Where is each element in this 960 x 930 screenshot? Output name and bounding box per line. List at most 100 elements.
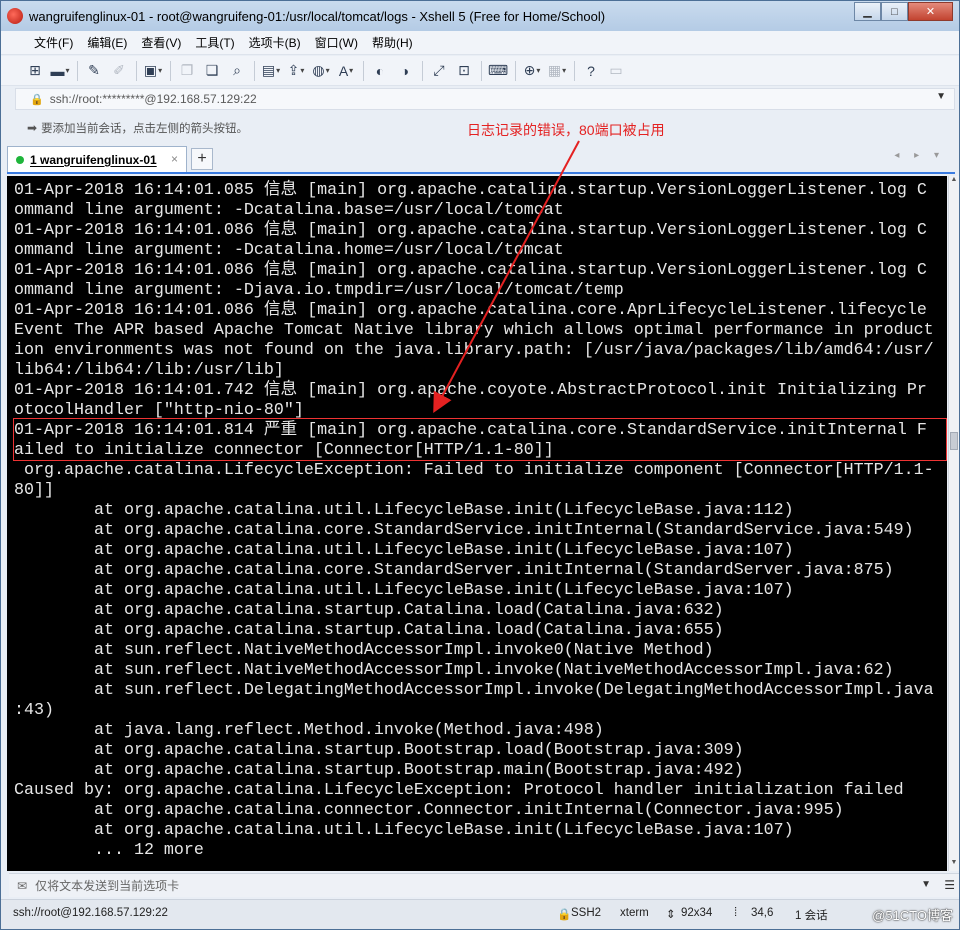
copy-icon[interactable]: ❐ [175,60,199,82]
scroll-up-icon[interactable]: ▲ [949,176,959,188]
transfer-icon[interactable]: ⇪ [284,60,308,82]
find-icon[interactable]: ⌕ [225,60,249,82]
session-properties-icon[interactable]: ▣ [141,60,165,82]
title-bar[interactable]: wangruifenglinux-01 - root@wangruifeng-0… [1,1,959,31]
terminal-line: 01-Apr-2018 16:14:01.085 信息 [main] org.a… [14,181,927,200]
tab-navigation[interactable]: ◂ ▸ ▾ [894,150,945,161]
terminal-line: at sun.reflect.NativeMethodAccessorImpl.… [14,661,894,680]
xshell-window: wangruifenglinux-01 - root@wangruifeng-0… [0,0,960,930]
address-bar[interactable]: 🔒 ssh://root:*********@192.168.57.129:22… [15,88,955,110]
add-tab-button[interactable]: + [191,148,213,170]
toolbar-separator [515,60,516,81]
cursor-icon: ⁞ [734,907,738,919]
open-folder-icon[interactable]: ▬ [48,60,72,82]
terminal-line: 80]] [14,481,54,500]
close-button[interactable]: ✕ [908,2,953,21]
annotation-label: 日志记录的错误，80端口被占用 [467,122,665,138]
menu-tools[interactable]: 工具(T) [188,34,241,51]
terminal-area[interactable]: 01-Apr-2018 16:14:01.085 信息 [main] org.a… [7,176,947,871]
minimize-button[interactable]: ▁ [854,2,881,21]
terminal-line: at java.lang.reflect.Method.invoke(Metho… [14,721,604,740]
terminal-line: at org.apache.catalina.startup.Bootstrap… [14,761,744,780]
address-text[interactable]: ssh://root:*********@192.168.57.129:22 [50,92,257,106]
xshell-app-icon[interactable] [7,8,23,24]
tab-close-icon[interactable]: × [171,152,178,166]
new-session-icon[interactable]: ⊞ [23,60,47,82]
terminal-line: ... 12 more [14,841,204,860]
terminal-line: 01-Apr-2018 16:14:01.086 信息 [main] org.a… [14,301,927,320]
chevron-down-icon[interactable]: ▼ [936,91,946,102]
add-tab-icon[interactable]: ⊕ [520,60,544,82]
session-hint-text: 要添加当前会话，点击左侧的箭头按钮。 [41,123,249,135]
terminal-output: 01-Apr-2018 16:14:01.085 信息 [main] org.a… [14,181,934,861]
terminal-line: :43) [14,701,54,720]
terminal-line: 01-Apr-2018 16:14:01.086 信息 [main] org.a… [14,221,927,240]
toolbar-separator [422,60,423,81]
status-terminal-type: xterm [620,907,649,919]
menu-help[interactable]: 帮助(H) [365,34,420,51]
terminal-line: at org.apache.catalina.connector.Connect… [14,801,844,820]
terminal-line: at org.apache.catalina.util.LifecycleBas… [14,501,794,520]
terminal-line: ommand line argument: -Dcatalina.base=/u… [14,201,564,220]
toolbar: ⊞ ▬ ✎ ✐ ▣ ❐ ❏ ⌕ ▤ ⇪ ◍ A ◐ ◑ ⤢ ⊡ ⌨ ⊕ ▦ ? … [1,56,959,86]
scrollbar-thumb[interactable] [950,432,958,450]
script-icon[interactable]: ◑ [393,60,417,82]
terminal-line: org.apache.catalina.LifecycleException: … [14,461,934,480]
terminal-line: 01-Apr-2018 16:14:01.742 信息 [main] org.a… [14,381,927,400]
status-bar: ssh://root@192.168.57.129:22 🔒 SSH2 xter… [1,899,959,929]
lock-icon: 🔒 [557,909,572,921]
status-connection: ssh://root@192.168.57.129:22 [13,907,168,919]
terminal-line: at org.apache.catalina.util.LifecycleBas… [14,821,794,840]
lock-toolbar-icon[interactable]: ⊡ [452,60,476,82]
connect-icon[interactable]: ✎ [82,60,106,82]
compose-icon: ✉ [17,878,28,893]
terminal-line: at org.apache.catalina.startup.Bootstrap… [14,741,744,760]
scroll-down-icon[interactable]: ▼ [949,859,959,871]
toolbar-separator [481,60,482,81]
terminal-line: at org.apache.catalina.util.LifecycleBas… [14,581,794,600]
disconnect-icon[interactable]: ✐ [107,60,131,82]
terminal-line: ommand line argument: -Djava.io.tmpdir=/… [14,281,624,300]
terminal-line: otocolHandler ["http-nio-80"] [14,401,304,420]
terminal-line: Caused by: org.apache.catalina.Lifecycle… [14,781,904,800]
font-icon[interactable]: A [334,60,358,82]
menu-view[interactable]: 查看(V) [134,34,188,51]
print-icon[interactable]: ▤ [259,60,283,82]
fullscreen-icon[interactable]: ⤢ [427,60,451,82]
size-icon: ⇕ [666,909,676,921]
xftp-icon[interactable]: ◐ [368,60,392,82]
terminal-line: at org.apache.catalina.startup.Catalina.… [14,621,724,640]
terminal-line: lib64:/lib64:/lib:/usr/lib] [14,361,284,380]
menu-bar: 文件(F) 编辑(E) 查看(V) 工具(T) 选项卡(B) 窗口(W) 帮助(… [1,31,959,55]
send-bar[interactable]: ✉ 仅将文本发送到当前选项卡 ▼ ☰ [9,873,959,897]
keyboard-icon[interactable]: ⌨ [486,60,510,82]
toolbar-separator [170,60,171,81]
arrow-icon[interactable]: ➡ [27,121,37,135]
maximize-button[interactable]: □ [881,2,908,21]
toolbar-separator [574,60,575,81]
lock-icon: 🔒 [30,93,44,106]
tab-session[interactable]: 1 wangruifenglinux-01 × [7,146,187,172]
send-target-text[interactable]: 仅将文本发送到当前选项卡 [35,877,179,894]
toolbar-separator [254,60,255,81]
paste-icon[interactable]: ❏ [200,60,224,82]
menu-tab[interactable]: 选项卡(B) [242,34,308,51]
watermark: @51CTO博客 [872,908,953,923]
terminal-line: ailed to initialize connector [Connector… [14,441,554,460]
globe-icon[interactable]: ◍ [309,60,333,82]
status-cursor: 34,6 [751,907,774,919]
menu-edit[interactable]: 编辑(E) [80,34,134,51]
layout-icon[interactable]: ▦ [545,60,569,82]
terminal-line: at org.apache.catalina.core.StandardServ… [14,561,894,580]
chat-icon[interactable]: ▭ [604,60,628,82]
status-terminal-size: 92x34 [681,907,713,919]
terminal-line: at org.apache.catalina.util.LifecycleBas… [14,541,794,560]
help-icon[interactable]: ? [579,60,603,82]
menu-window[interactable]: 窗口(W) [308,34,365,51]
terminal-line: at sun.reflect.NativeMethodAccessorImpl.… [14,641,714,660]
toolbar-separator [363,60,364,81]
menu-icon[interactable]: ☰ [944,878,955,892]
terminal-scrollbar[interactable]: ▲ ▼ [948,176,959,871]
menu-file[interactable]: 文件(F) [27,34,80,51]
chevron-down-icon[interactable]: ▼ [921,879,931,890]
